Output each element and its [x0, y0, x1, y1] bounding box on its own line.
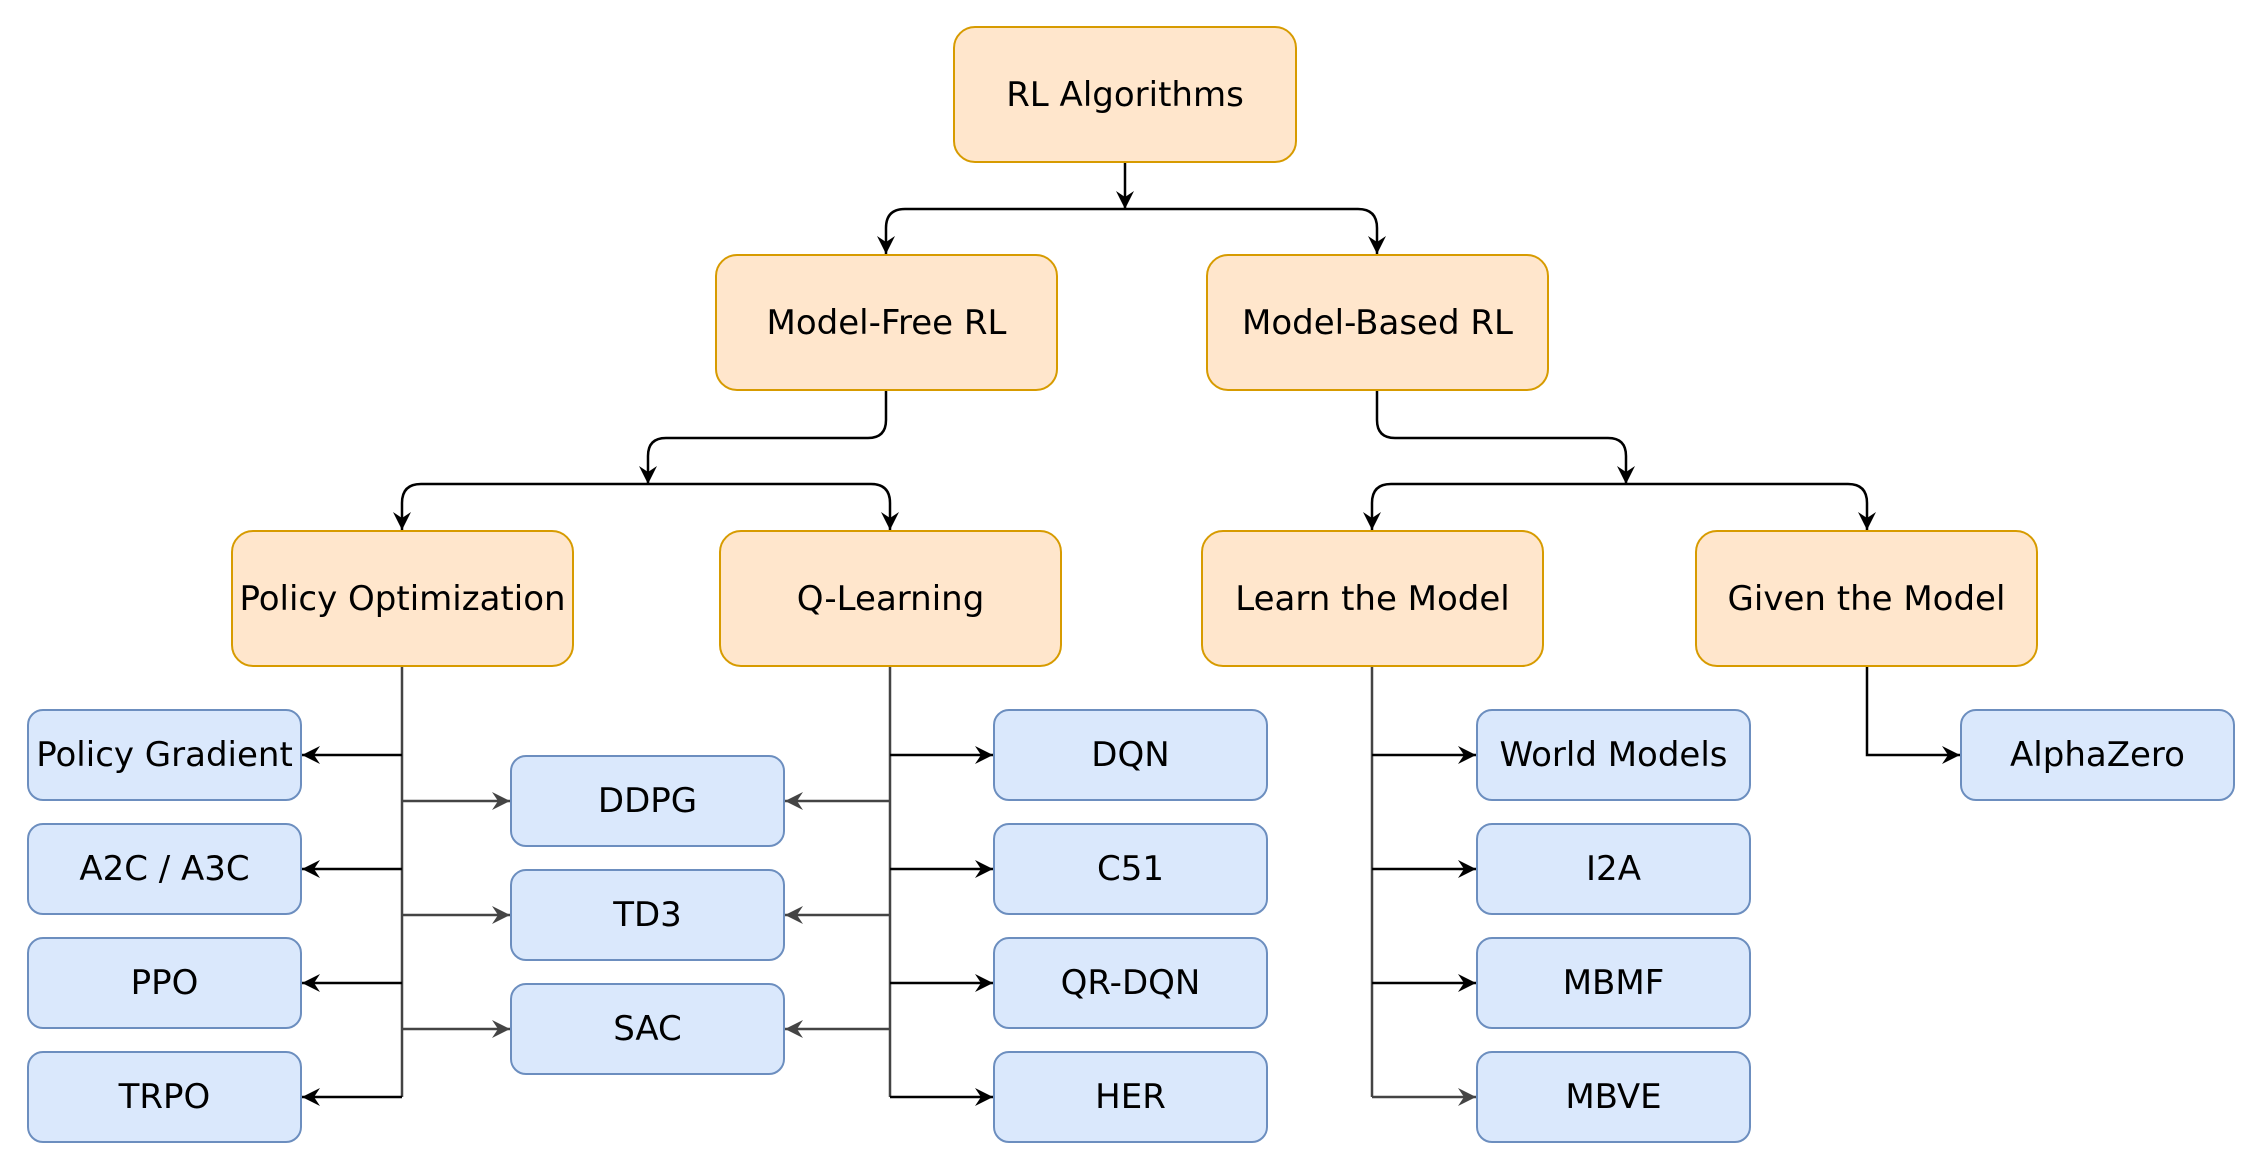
node-label: MBVE: [1565, 1077, 1662, 1117]
node-a2c-a3c[interactable]: A2C / A3C: [27, 823, 302, 915]
node-label: RL Algorithms: [1006, 74, 1244, 115]
node-model-based-rl[interactable]: Model-Based RL: [1206, 254, 1549, 391]
node-label: Model-Free RL: [766, 302, 1007, 343]
node-label: Policy Optimization: [239, 578, 566, 619]
node-label: C51: [1096, 849, 1164, 889]
edge-to-learn-the-model: [1370, 482, 1626, 530]
node-label: TRPO: [118, 1077, 211, 1117]
node-her[interactable]: HER: [993, 1051, 1268, 1143]
node-learn-the-model[interactable]: Learn the Model: [1201, 530, 1544, 667]
node-world-models[interactable]: World Models: [1476, 709, 1751, 801]
node-td3[interactable]: TD3: [510, 869, 785, 961]
node-label: DQN: [1091, 735, 1170, 775]
edge-root-to-model-free: [884, 207, 1125, 254]
edge-model-based-stem: [1375, 391, 1628, 484]
edge-gm-to-alphazero: [1865, 667, 1960, 757]
node-label: PPO: [130, 963, 199, 1003]
node-label: QR-DQN: [1060, 963, 1201, 1003]
node-given-the-model[interactable]: Given the Model: [1695, 530, 2038, 667]
node-label: TD3: [613, 895, 682, 935]
edge-root-to-model-based: [1125, 207, 1379, 254]
node-label: Q-Learning: [796, 578, 985, 619]
node-label: MBMF: [1562, 963, 1665, 1003]
node-ddpg[interactable]: DDPG: [510, 755, 785, 847]
node-label: Learn the Model: [1235, 578, 1510, 619]
node-policy-gradient[interactable]: Policy Gradient: [27, 709, 302, 801]
node-label: World Models: [1499, 735, 1728, 775]
node-alphazero[interactable]: AlphaZero: [1960, 709, 2235, 801]
edge-to-q-learning: [648, 482, 892, 530]
edge-to-policy-optimization: [400, 482, 648, 530]
node-label: I2A: [1586, 849, 1641, 889]
node-label: HER: [1095, 1077, 1166, 1117]
node-model-free-rl[interactable]: Model-Free RL: [715, 254, 1058, 391]
node-q-learning[interactable]: Q-Learning: [719, 530, 1062, 667]
node-i2a[interactable]: I2A: [1476, 823, 1751, 915]
node-mbmf[interactable]: MBMF: [1476, 937, 1751, 1029]
node-ppo[interactable]: PPO: [27, 937, 302, 1029]
node-label: Model-Based RL: [1242, 302, 1513, 343]
node-dqn[interactable]: DQN: [993, 709, 1268, 801]
node-qr-dqn[interactable]: QR-DQN: [993, 937, 1268, 1029]
node-label: DDPG: [597, 781, 698, 821]
node-sac[interactable]: SAC: [510, 983, 785, 1075]
node-rl-algorithms[interactable]: RL Algorithms: [953, 26, 1297, 163]
edge-model-free-stem: [646, 391, 888, 484]
node-label: A2C / A3C: [79, 849, 250, 889]
node-label: SAC: [613, 1009, 682, 1049]
node-label: AlphaZero: [2010, 735, 2185, 775]
node-label: Policy Gradient: [36, 735, 293, 775]
node-mbve[interactable]: MBVE: [1476, 1051, 1751, 1143]
edge-to-given-the-model: [1626, 482, 1869, 530]
node-c51[interactable]: C51: [993, 823, 1268, 915]
node-label: Given the Model: [1727, 578, 2006, 619]
node-trpo[interactable]: TRPO: [27, 1051, 302, 1143]
node-policy-optimization[interactable]: Policy Optimization: [231, 530, 574, 667]
